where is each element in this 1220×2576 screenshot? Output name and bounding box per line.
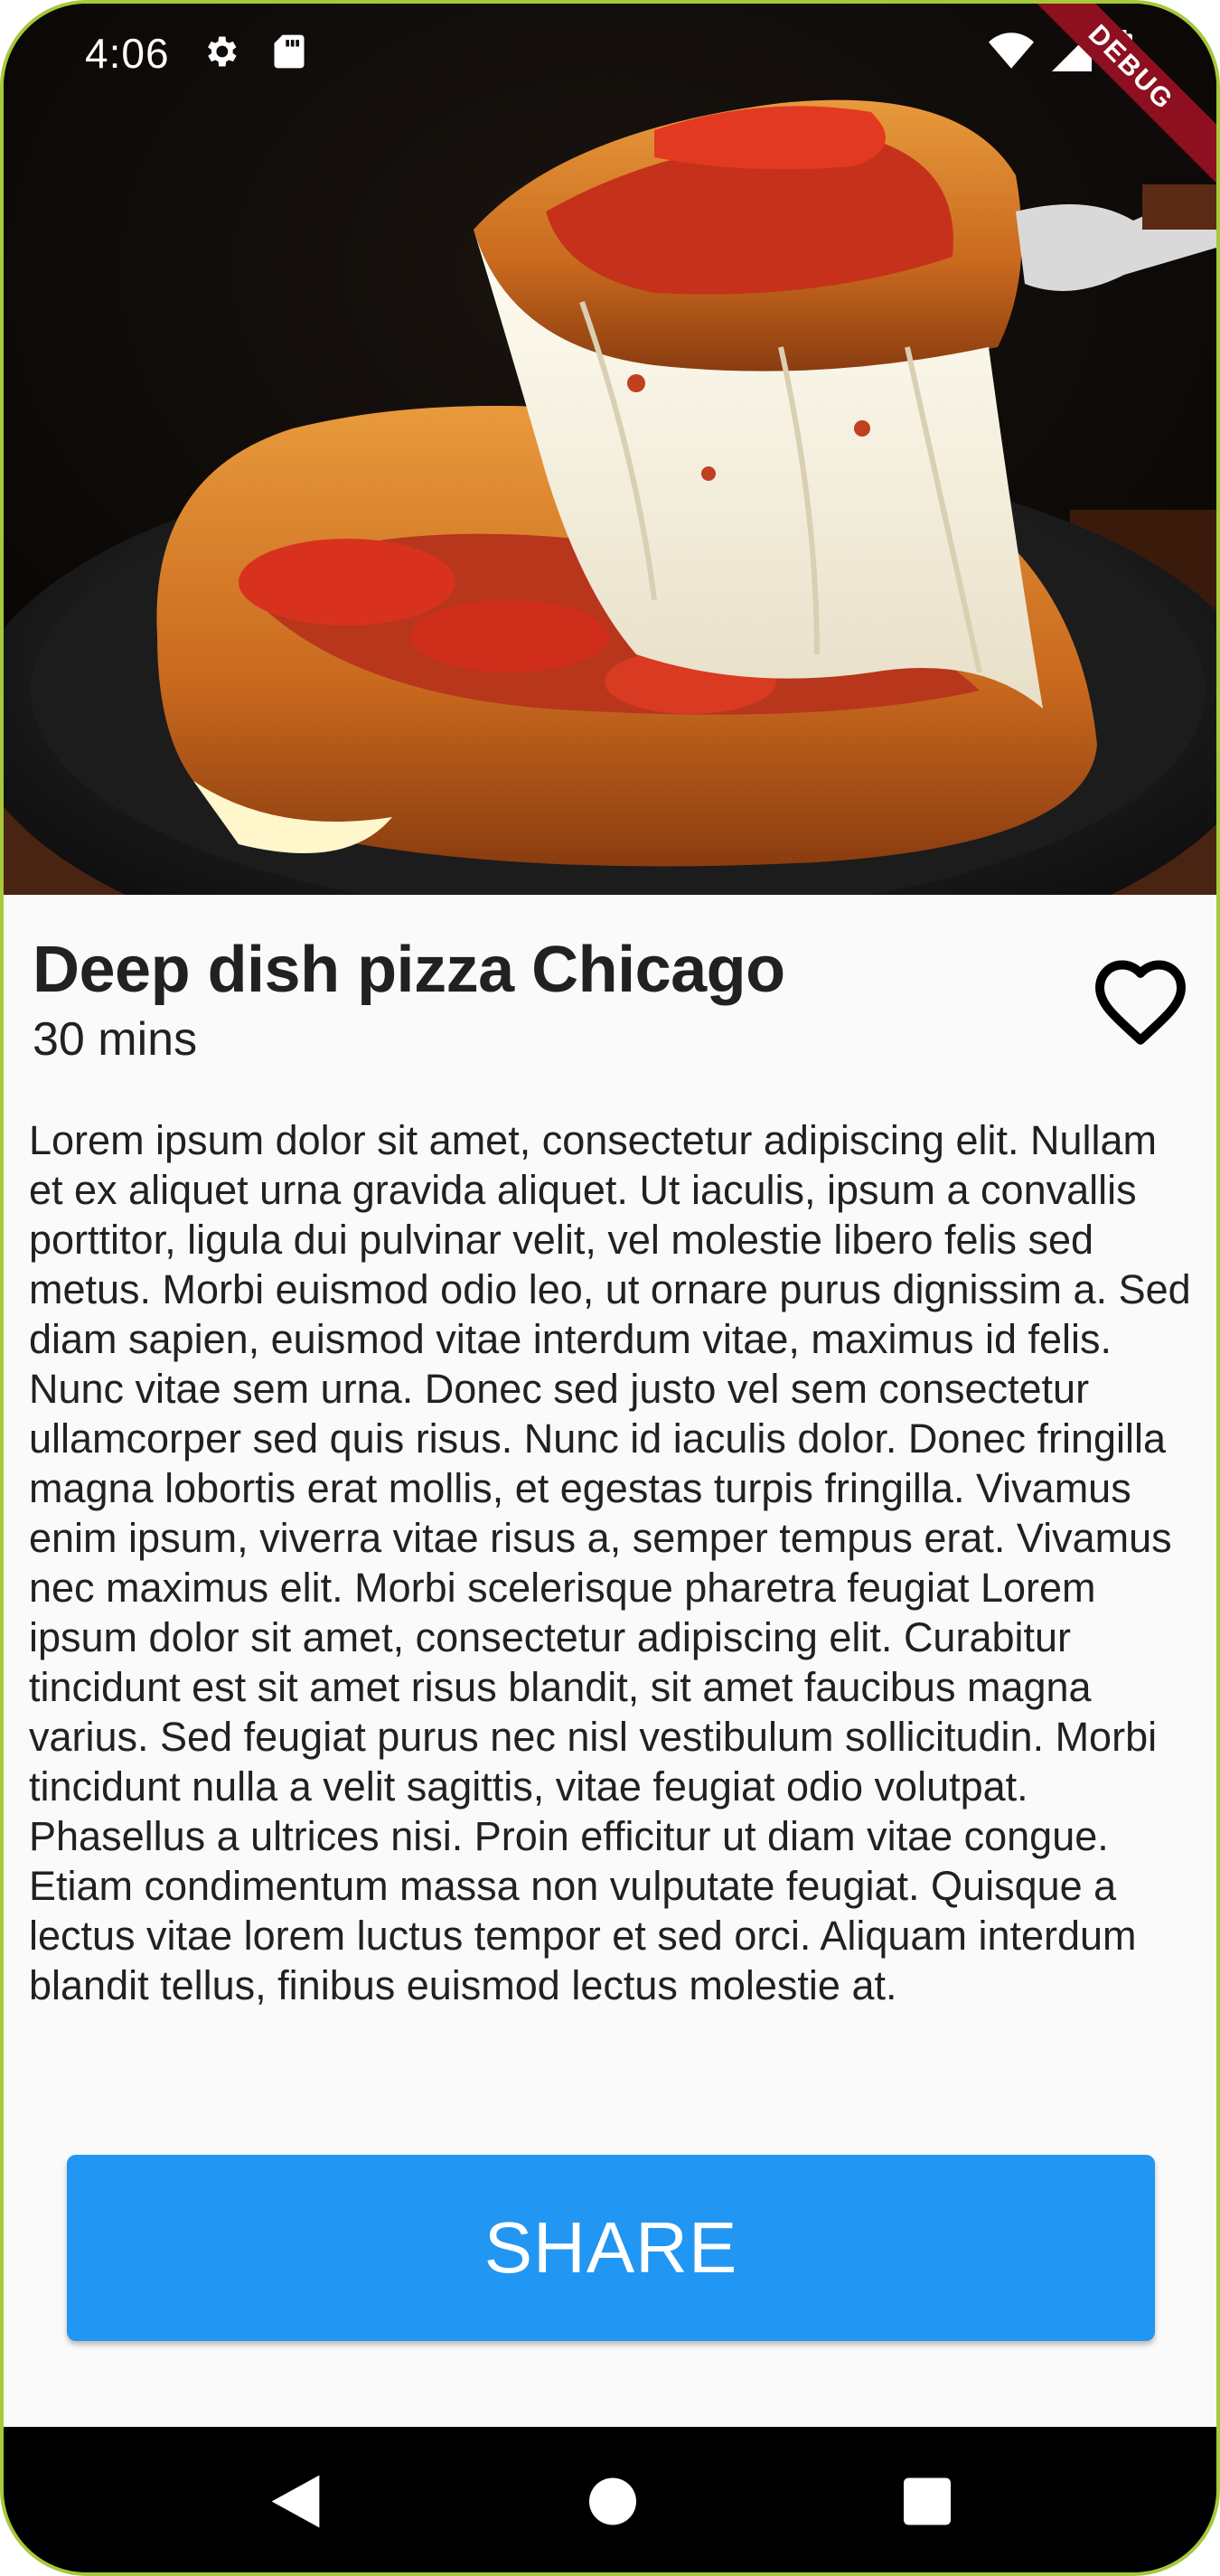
- status-bar: 4:06: [4, 4, 1216, 103]
- recipe-description: Lorem ipsum dolor sit amet, consectetur …: [29, 1117, 1191, 2008]
- share-button[interactable]: SHARE: [67, 2155, 1155, 2341]
- heart-outline-icon: [1095, 960, 1186, 1045]
- pizza-illustration: [4, 4, 1216, 895]
- recipe-title: Deep dish pizza Chicago: [33, 934, 785, 1006]
- system-nav-bar: [4, 2427, 1216, 2572]
- back-icon[interactable]: [271, 2475, 320, 2533]
- recents-icon[interactable]: [904, 2477, 951, 2530]
- recipe-duration: 30 mins: [33, 1013, 198, 1066]
- sd-card-icon: [271, 32, 307, 76]
- recipe-hero-image: [4, 4, 1216, 895]
- share-button-label: SHARE: [483, 2207, 738, 2288]
- gear-icon: [201, 32, 240, 76]
- phone-frame: 4:06 DEBUG Deep dish pizza Chicago 30 mi…: [0, 0, 1220, 2576]
- recipe-details: Deep dish pizza Chicago 30 mins Lorem ip…: [4, 895, 1216, 2427]
- home-icon[interactable]: [589, 2477, 636, 2530]
- wifi-icon: [989, 32, 1034, 76]
- status-time: 4:06: [85, 30, 170, 77]
- favorite-button[interactable]: [1088, 953, 1193, 1050]
